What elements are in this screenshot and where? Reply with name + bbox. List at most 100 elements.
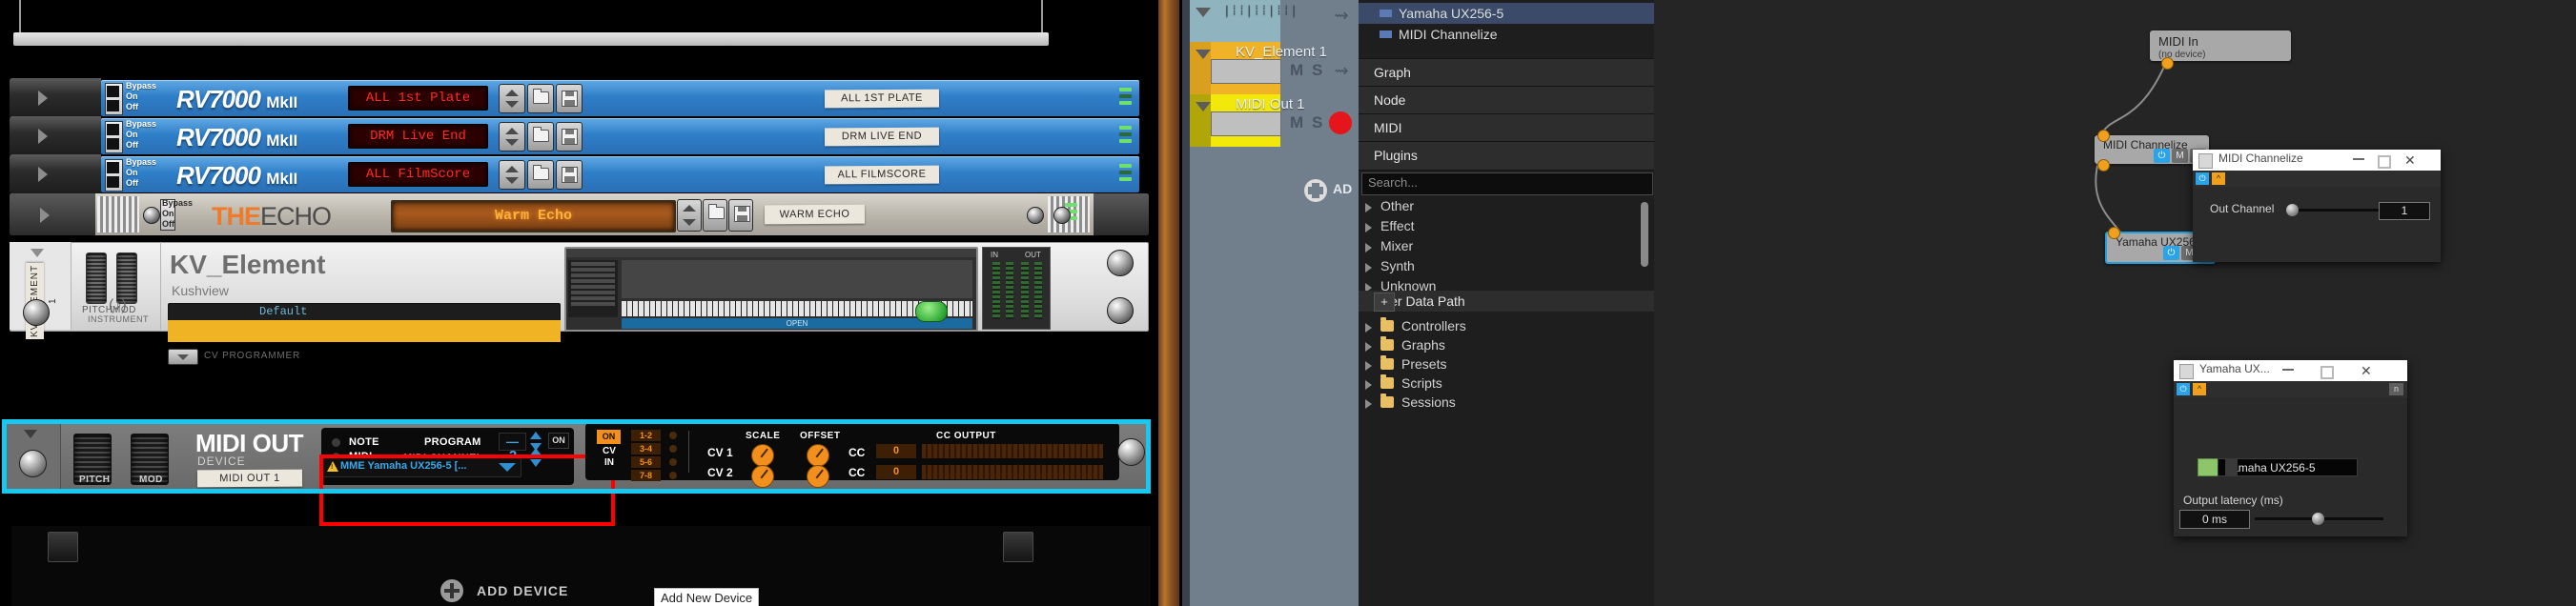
browser-list-item-channelize[interactable]: MIDI Channelize [1359, 24, 1654, 45]
user-data-path-header[interactable]: User Data Path + [1359, 291, 1654, 312]
graph-canvas[interactable]: MIDI In (no device) MIDI Channelize ⏻ M … [1654, 0, 2576, 606]
power-toggle-button[interactable] [915, 301, 948, 322]
node-output-port[interactable] [2097, 159, 2110, 172]
device-select[interactable]: Yamaha UX256-5 [2218, 458, 2358, 476]
device-the-echo[interactable]: Bypass On Off THEECHO Warm Echo WARM ECH… [10, 193, 1149, 237]
midi-activity-icon[interactable]: ⇝ [1331, 61, 1352, 80]
browser-section-graph[interactable]: Graph [1359, 58, 1654, 88]
mute-button[interactable]: M [1290, 61, 1303, 80]
device-midi-out[interactable]: PITCH MOD MIDI OUT DEVICE MIDI OUT 1 NOT… [0, 419, 1158, 526]
expand-triangle-icon[interactable] [40, 208, 50, 223]
node-mute-button[interactable]: M [2172, 149, 2188, 163]
graph-node-midi-channelize[interactable]: MIDI Channelize ⏻ M ⚙ [2095, 130, 2209, 172]
latency-value[interactable]: 0 ms [2179, 510, 2250, 529]
track-row-0[interactable]: |⁞⁞|⁞⁞|⁞⁞| ⇝ [1190, 0, 1359, 42]
browser-section-midi[interactable]: MIDI [1359, 113, 1654, 143]
track-collapse-icon[interactable] [1196, 50, 1211, 59]
preset-lcd[interactable]: ALL 1st Plate [348, 86, 488, 111]
maximize-icon[interactable] [2320, 366, 2334, 379]
bypass-switch[interactable] [105, 83, 123, 115]
save-patch-button[interactable] [728, 199, 753, 232]
bypass-switch[interactable] [105, 121, 123, 153]
out-channel-slider-handle[interactable] [2286, 204, 2299, 216]
pitch-wheel[interactable] [86, 252, 107, 304]
expand-triangle-icon[interactable] [38, 91, 48, 106]
device-stepper[interactable] [2225, 459, 2238, 475]
folder-presets[interactable]: Presets [1359, 354, 1654, 374]
browser-category-effect[interactable]: Effect [1359, 216, 1654, 236]
load-patch-button[interactable] [703, 199, 727, 232]
track-collapse-icon[interactable] [1196, 8, 1211, 17]
device-kv-element[interactable]: KV_ELEMENT 1 PITCH MOD (♪) INSTRUMENT KV… [10, 242, 1149, 365]
preset-display[interactable]: Default [168, 303, 561, 322]
track-collapse-icon[interactable] [1196, 102, 1211, 111]
device-rv7000-2[interactable]: Bypass On Off RV7000 MkII DRM Live End D… [10, 116, 1149, 156]
cv-programmer-button[interactable] [168, 349, 198, 365]
expand-button[interactable]: ^ [2212, 172, 2225, 185]
preset-spinner-button[interactable] [499, 122, 525, 152]
browser-section-node[interactable]: Node [1359, 86, 1654, 115]
device-rv7000-1[interactable]: Bypass On Off RV7000 MkII ALL 1st Plate … [10, 78, 1149, 118]
output-knob[interactable] [1053, 207, 1071, 224]
latency-slider-handle[interactable] [2312, 513, 2324, 525]
bypass-switch[interactable] [105, 159, 123, 192]
node-input-port[interactable] [2097, 130, 2110, 142]
node-power-button[interactable]: ⏻ [2163, 246, 2179, 260]
expand-triangle-icon[interactable] [38, 129, 48, 144]
browser-section-plugins[interactable]: Plugins [1359, 141, 1654, 171]
browser-category-synth[interactable]: Synth [1359, 256, 1654, 276]
power-toggle-button[interactable]: ⏻ [2196, 172, 2209, 185]
close-icon[interactable]: ✕ [2404, 153, 2416, 167]
solo-button[interactable]: S [1312, 61, 1322, 80]
expand-triangle-icon[interactable] [38, 167, 48, 182]
folder-scripts[interactable]: Scripts [1359, 374, 1654, 394]
browser-scrollbar[interactable] [1641, 202, 1648, 267]
minimize-icon[interactable] [2353, 158, 2364, 160]
load-patch-button[interactable] [527, 160, 554, 190]
folder-sessions[interactable]: Sessions [1359, 393, 1654, 413]
node-power-button[interactable]: ⏻ [2154, 149, 2170, 163]
record-arm-button[interactable] [1329, 111, 1352, 134]
add-device-label[interactable]: ADD DEVICE [477, 583, 568, 598]
load-patch-button[interactable] [527, 122, 554, 152]
add-track-label[interactable]: AD [1333, 181, 1352, 196]
power-toggle-button[interactable]: ⏻ [2177, 383, 2190, 395]
device-rv7000-3[interactable]: Bypass On Off RV7000 MkII ALL FilmScore … [10, 154, 1149, 194]
preset-lcd[interactable]: DRM Live End [348, 124, 488, 149]
close-icon[interactable]: ✕ [2361, 364, 2372, 377]
save-patch-button[interactable] [556, 122, 583, 152]
track-name[interactable]: MIDI Out 1 [1236, 96, 1305, 112]
save-patch-button[interactable] [556, 160, 583, 190]
preset-spinner-button[interactable] [499, 160, 525, 190]
folder-graphs[interactable]: Graphs [1359, 335, 1654, 355]
window-titlebar[interactable]: MIDI Channelize ✕ [2193, 150, 2441, 171]
add-path-button[interactable]: + [1374, 293, 1395, 312]
maximize-icon[interactable] [2378, 155, 2391, 169]
solo-button[interactable]: S [1312, 113, 1322, 132]
graph-node-midi-in[interactable]: MIDI In (no device) [2150, 30, 2291, 70]
preset-lcd[interactable]: Warm Echo [391, 200, 676, 232]
browser-category-other[interactable]: Other [1359, 196, 1654, 216]
save-patch-button[interactable] [556, 84, 583, 113]
mod-wheel[interactable] [116, 252, 137, 304]
minimize-icon[interactable] [2282, 369, 2294, 371]
add-device-icon[interactable] [440, 579, 463, 602]
rack-bottom-button-1[interactable] [48, 532, 78, 562]
window-yamaha-ux256[interactable]: Yamaha UX... ✕ ⏻ ^ n Yamaha UX256-5 Outp… [2174, 360, 2407, 536]
window-midi-channelize[interactable]: MIDI Channelize ✕ ⏻ ^ Out Channel 1 [2193, 150, 2441, 262]
node-input-port[interactable] [2108, 227, 2120, 239]
track-name[interactable]: KV_Element 1 [1236, 44, 1327, 60]
out-channel-value[interactable]: 1 [2379, 202, 2430, 220]
window-titlebar[interactable]: Yamaha UX... ✕ [2174, 360, 2407, 381]
track-row-midi-out-1[interactable]: MIDI Out 1 M S [1190, 94, 1359, 147]
track-row-kv-element-1[interactable]: KV_Element 1 M S ⇝ [1190, 42, 1359, 94]
preset-spinner-button[interactable] [499, 84, 525, 113]
browser-list-item-yamaha[interactable]: Yamaha UX256-5 [1359, 3, 1654, 24]
collapse-triangle-icon[interactable] [31, 249, 44, 257]
preset-lcd[interactable]: ALL FilmScore [348, 162, 488, 187]
midi-activity-icon[interactable]: ⇝ [1331, 6, 1352, 25]
browser-category-mixer[interactable]: Mixer [1359, 236, 1654, 256]
search-input[interactable]: Search... [1361, 172, 1653, 195]
expand-button[interactable]: ^ [2193, 383, 2206, 395]
mute-button[interactable]: M [1290, 113, 1303, 132]
